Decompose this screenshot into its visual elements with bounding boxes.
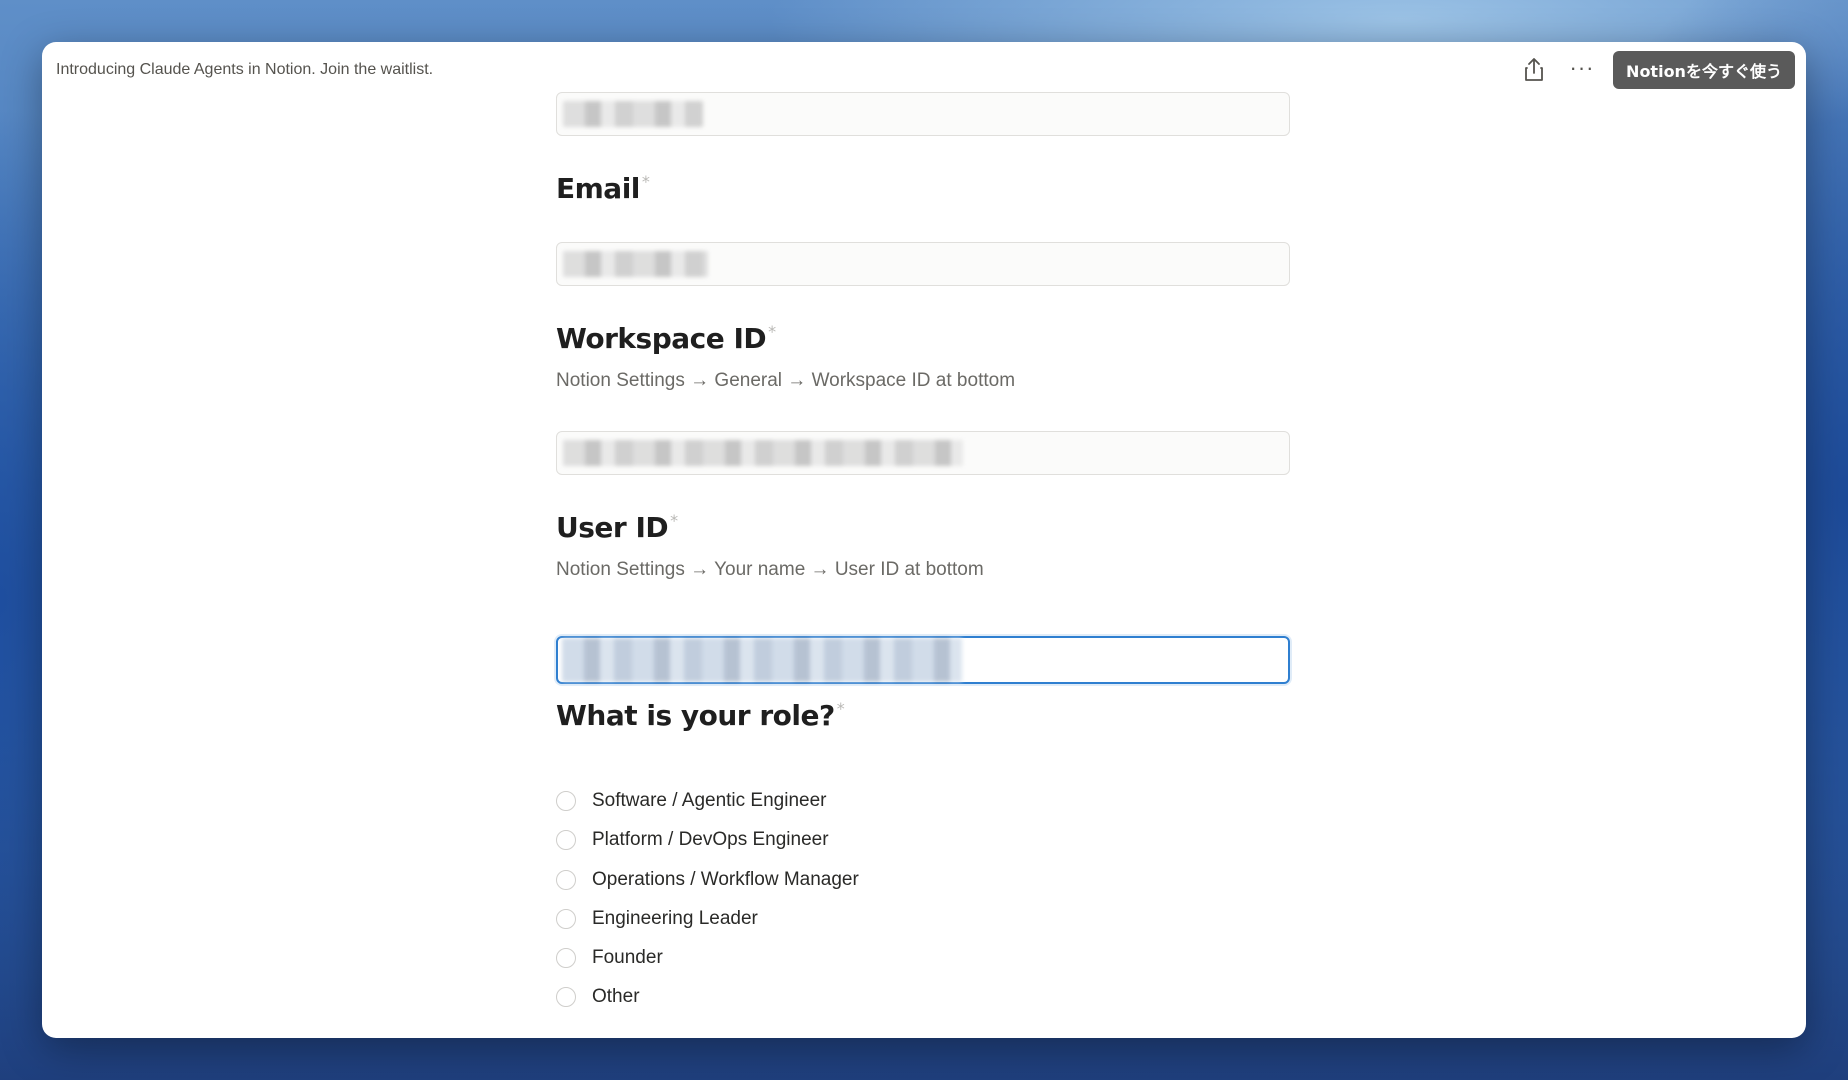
user-id-field[interactable] [556, 636, 1290, 684]
email-label: Email * [556, 172, 650, 205]
radio-button[interactable] [556, 909, 576, 929]
email-label-text: Email [556, 172, 640, 205]
role-option[interactable]: Engineering Leader [556, 906, 758, 932]
role-label-text: What is your role? [556, 699, 835, 732]
role-option-label: Operations / Workflow Manager [592, 869, 859, 890]
role-option-label: Platform / DevOps Engineer [592, 829, 829, 850]
redacted-value [563, 101, 703, 127]
user-id-label: User ID * [556, 511, 678, 544]
share-icon[interactable] [1522, 57, 1546, 83]
required-mark: * [670, 511, 678, 530]
user-id-hint: Notion Settings → Your name → User ID at… [556, 559, 984, 580]
role-option[interactable]: Software / Agentic Engineer [556, 788, 826, 814]
workspace-id-label: Workspace ID * [556, 322, 776, 355]
redacted-value [563, 251, 708, 277]
role-option-label: Software / Agentic Engineer [592, 790, 827, 811]
radio-button[interactable] [556, 870, 576, 890]
use-notion-button[interactable]: Notionを今すぐ使う [1613, 51, 1795, 89]
role-option-label: Other [592, 986, 640, 1007]
waitlist-banner[interactable]: Introducing Claude Agents in Notion. Joi… [56, 61, 433, 79]
role-option[interactable]: Operations / Workflow Manager [556, 867, 859, 893]
required-mark: * [641, 172, 650, 191]
selected-redacted-value [562, 638, 962, 682]
role-label: What is your role? * [556, 699, 845, 732]
email-field[interactable] [556, 242, 1290, 286]
ellipsis-icon[interactable]: ··· [1568, 57, 1596, 83]
redacted-value [563, 440, 963, 466]
workspace-id-label-text: Workspace ID [556, 322, 767, 355]
radio-button[interactable] [556, 791, 576, 811]
radio-button[interactable] [556, 830, 576, 850]
radio-button[interactable] [556, 987, 576, 1007]
role-option[interactable]: Founder [556, 945, 663, 971]
radio-button[interactable] [556, 948, 576, 968]
role-option[interactable]: Platform / DevOps Engineer [556, 827, 829, 853]
required-mark: * [768, 322, 776, 341]
name-field[interactable] [556, 92, 1290, 136]
role-option-label: Engineering Leader [592, 908, 758, 929]
workspace-id-field[interactable] [556, 431, 1290, 475]
role-option-label: Founder [592, 947, 663, 968]
role-option[interactable]: Other [556, 984, 640, 1010]
app-window: Introducing Claude Agents in Notion. Joi… [42, 42, 1806, 1038]
user-id-label-text: User ID [556, 511, 669, 544]
workspace-id-hint: Notion Settings → General → Workspace ID… [556, 370, 1016, 391]
required-mark: * [836, 699, 845, 718]
